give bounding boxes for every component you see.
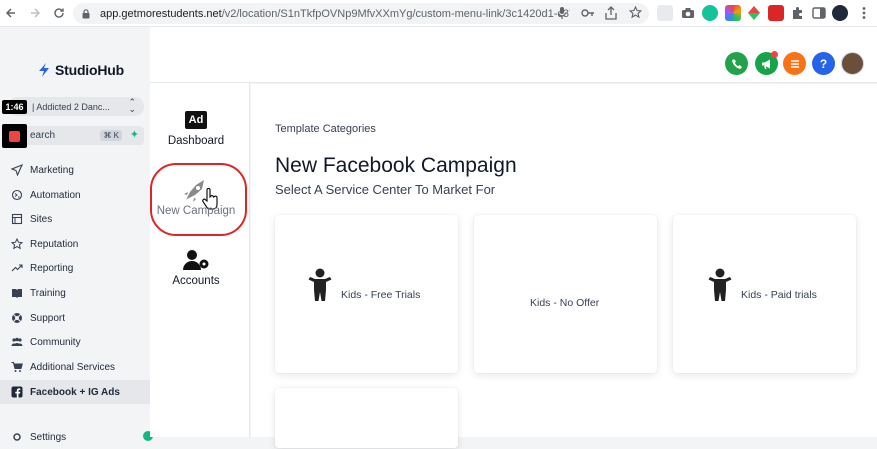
user-cog-icon xyxy=(182,249,210,271)
book-icon xyxy=(11,287,23,299)
location-switcher[interactable]: | Addicted 2 Danc... ⌃ ⌄ xyxy=(8,97,144,116)
recording-timer: 1:46 xyxy=(2,100,27,114)
color-extension-icon[interactable] xyxy=(725,5,741,21)
url-text: app.getmorestudents.net/v2/location/S1nT… xyxy=(100,7,570,20)
sidepanel-icon[interactable] xyxy=(811,5,827,21)
sidebar-item-sites[interactable]: Sites xyxy=(0,207,150,231)
sidebar-item-additional-services[interactable]: Additional Services xyxy=(0,355,150,379)
location-name: | Addicted 2 Danc... xyxy=(32,101,110,112)
send-icon xyxy=(11,164,23,176)
grammarly-icon[interactable] xyxy=(702,5,718,21)
diamond-extension-icon[interactable] xyxy=(746,5,762,21)
question-icon: ? xyxy=(819,56,828,71)
submenu-dashboard[interactable]: Dashboard xyxy=(150,135,242,147)
sidebar-item-reporting[interactable]: Reporting xyxy=(0,256,150,280)
bookmark-star-icon[interactable] xyxy=(628,5,643,20)
megaphone-icon xyxy=(761,59,770,69)
card-label: Kids - Free Trials xyxy=(341,289,421,301)
tasks-button[interactable] xyxy=(783,52,806,75)
shortcut-badge: ⌘ K xyxy=(100,130,122,141)
phone-button[interactable] xyxy=(725,52,748,75)
lifebuoy-icon xyxy=(11,312,23,324)
help-button[interactable]: ? xyxy=(812,52,835,75)
mic-icon[interactable] xyxy=(557,6,569,20)
dashboard-icon: Ad xyxy=(185,111,207,129)
brand-logo[interactable]: StudioHub xyxy=(37,62,124,78)
sidebar-item-training[interactable]: Training xyxy=(0,281,150,305)
cart-icon xyxy=(11,361,23,373)
category-card-free-trials[interactable]: Kids - Free Trials xyxy=(275,215,458,373)
page-subtitle: Select A Service Center To Market For xyxy=(275,182,496,197)
category-card-paid-trials[interactable]: Kids - Paid trials xyxy=(673,215,856,373)
facebook-icon xyxy=(11,386,23,398)
sidebar-item-community[interactable]: Community xyxy=(0,330,150,354)
list-icon xyxy=(790,59,799,68)
sidebar-item-reputation[interactable]: Reputation xyxy=(0,232,150,256)
gear-icon xyxy=(11,431,23,443)
star-icon xyxy=(11,238,23,250)
browser-toolbar: app.getmorestudents.net/v2/location/S1nT… xyxy=(0,0,877,27)
notification-dot xyxy=(771,51,778,58)
reload-icon[interactable] xyxy=(48,0,70,27)
more-menu-icon[interactable] xyxy=(856,5,872,21)
user-avatar[interactable] xyxy=(841,52,864,75)
sidebar-item-automation[interactable]: Automation xyxy=(0,183,150,207)
studiohub-logo-icon xyxy=(39,63,49,77)
card-label: Kids - Paid trials xyxy=(741,289,817,301)
category-card-no-offer[interactable]: Kids - No Offer xyxy=(474,215,657,373)
phone-icon xyxy=(731,58,742,69)
card-label: Kids - No Offer xyxy=(530,297,600,309)
search-placeholder: earch xyxy=(30,130,56,141)
address-bar[interactable]: app.getmorestudents.net/v2/location/S1nT… xyxy=(73,3,649,24)
sidebar-item-settings[interactable]: Settings xyxy=(0,425,150,449)
submenu-accounts[interactable]: Accounts xyxy=(150,275,242,287)
camera-icon[interactable] xyxy=(680,5,696,21)
child-icon xyxy=(707,268,733,302)
share-icon[interactable] xyxy=(605,6,617,20)
back-icon[interactable] xyxy=(0,0,22,27)
sidebar-item-marketing[interactable]: Marketing xyxy=(0,158,150,182)
highlight-circle xyxy=(150,163,247,236)
chevron-updown-icon: ⌃ ⌄ xyxy=(128,97,136,114)
extension-code-icon[interactable] xyxy=(657,5,673,21)
automation-icon xyxy=(11,189,23,201)
category-card-partial[interactable] xyxy=(275,388,458,448)
record-stop-button[interactable] xyxy=(2,124,27,148)
lock-icon xyxy=(82,8,92,19)
template-categories-label: Template Categories xyxy=(275,123,376,135)
sites-icon xyxy=(11,213,23,225)
search-input[interactable]: earch ⌘ K ✦ xyxy=(8,126,144,145)
sparkle-icon[interactable]: ✦ xyxy=(130,128,139,141)
sidebar-item-support[interactable]: Support xyxy=(0,306,150,330)
community-icon xyxy=(11,336,23,348)
red-extension-icon[interactable] xyxy=(768,5,784,21)
sidebar-item-facebook-ig-ads[interactable]: Facebook + IG Ads xyxy=(0,380,150,404)
child-icon xyxy=(307,268,333,302)
forward-icon[interactable] xyxy=(24,0,46,27)
brand-name: StudioHub xyxy=(55,62,124,78)
key-icon[interactable] xyxy=(581,6,594,20)
stop-icon xyxy=(9,130,20,142)
trend-icon xyxy=(11,262,23,274)
profile-avatar-icon[interactable] xyxy=(832,5,848,21)
page-title: New Facebook Campaign xyxy=(275,154,517,177)
puzzle-icon[interactable] xyxy=(790,5,806,21)
